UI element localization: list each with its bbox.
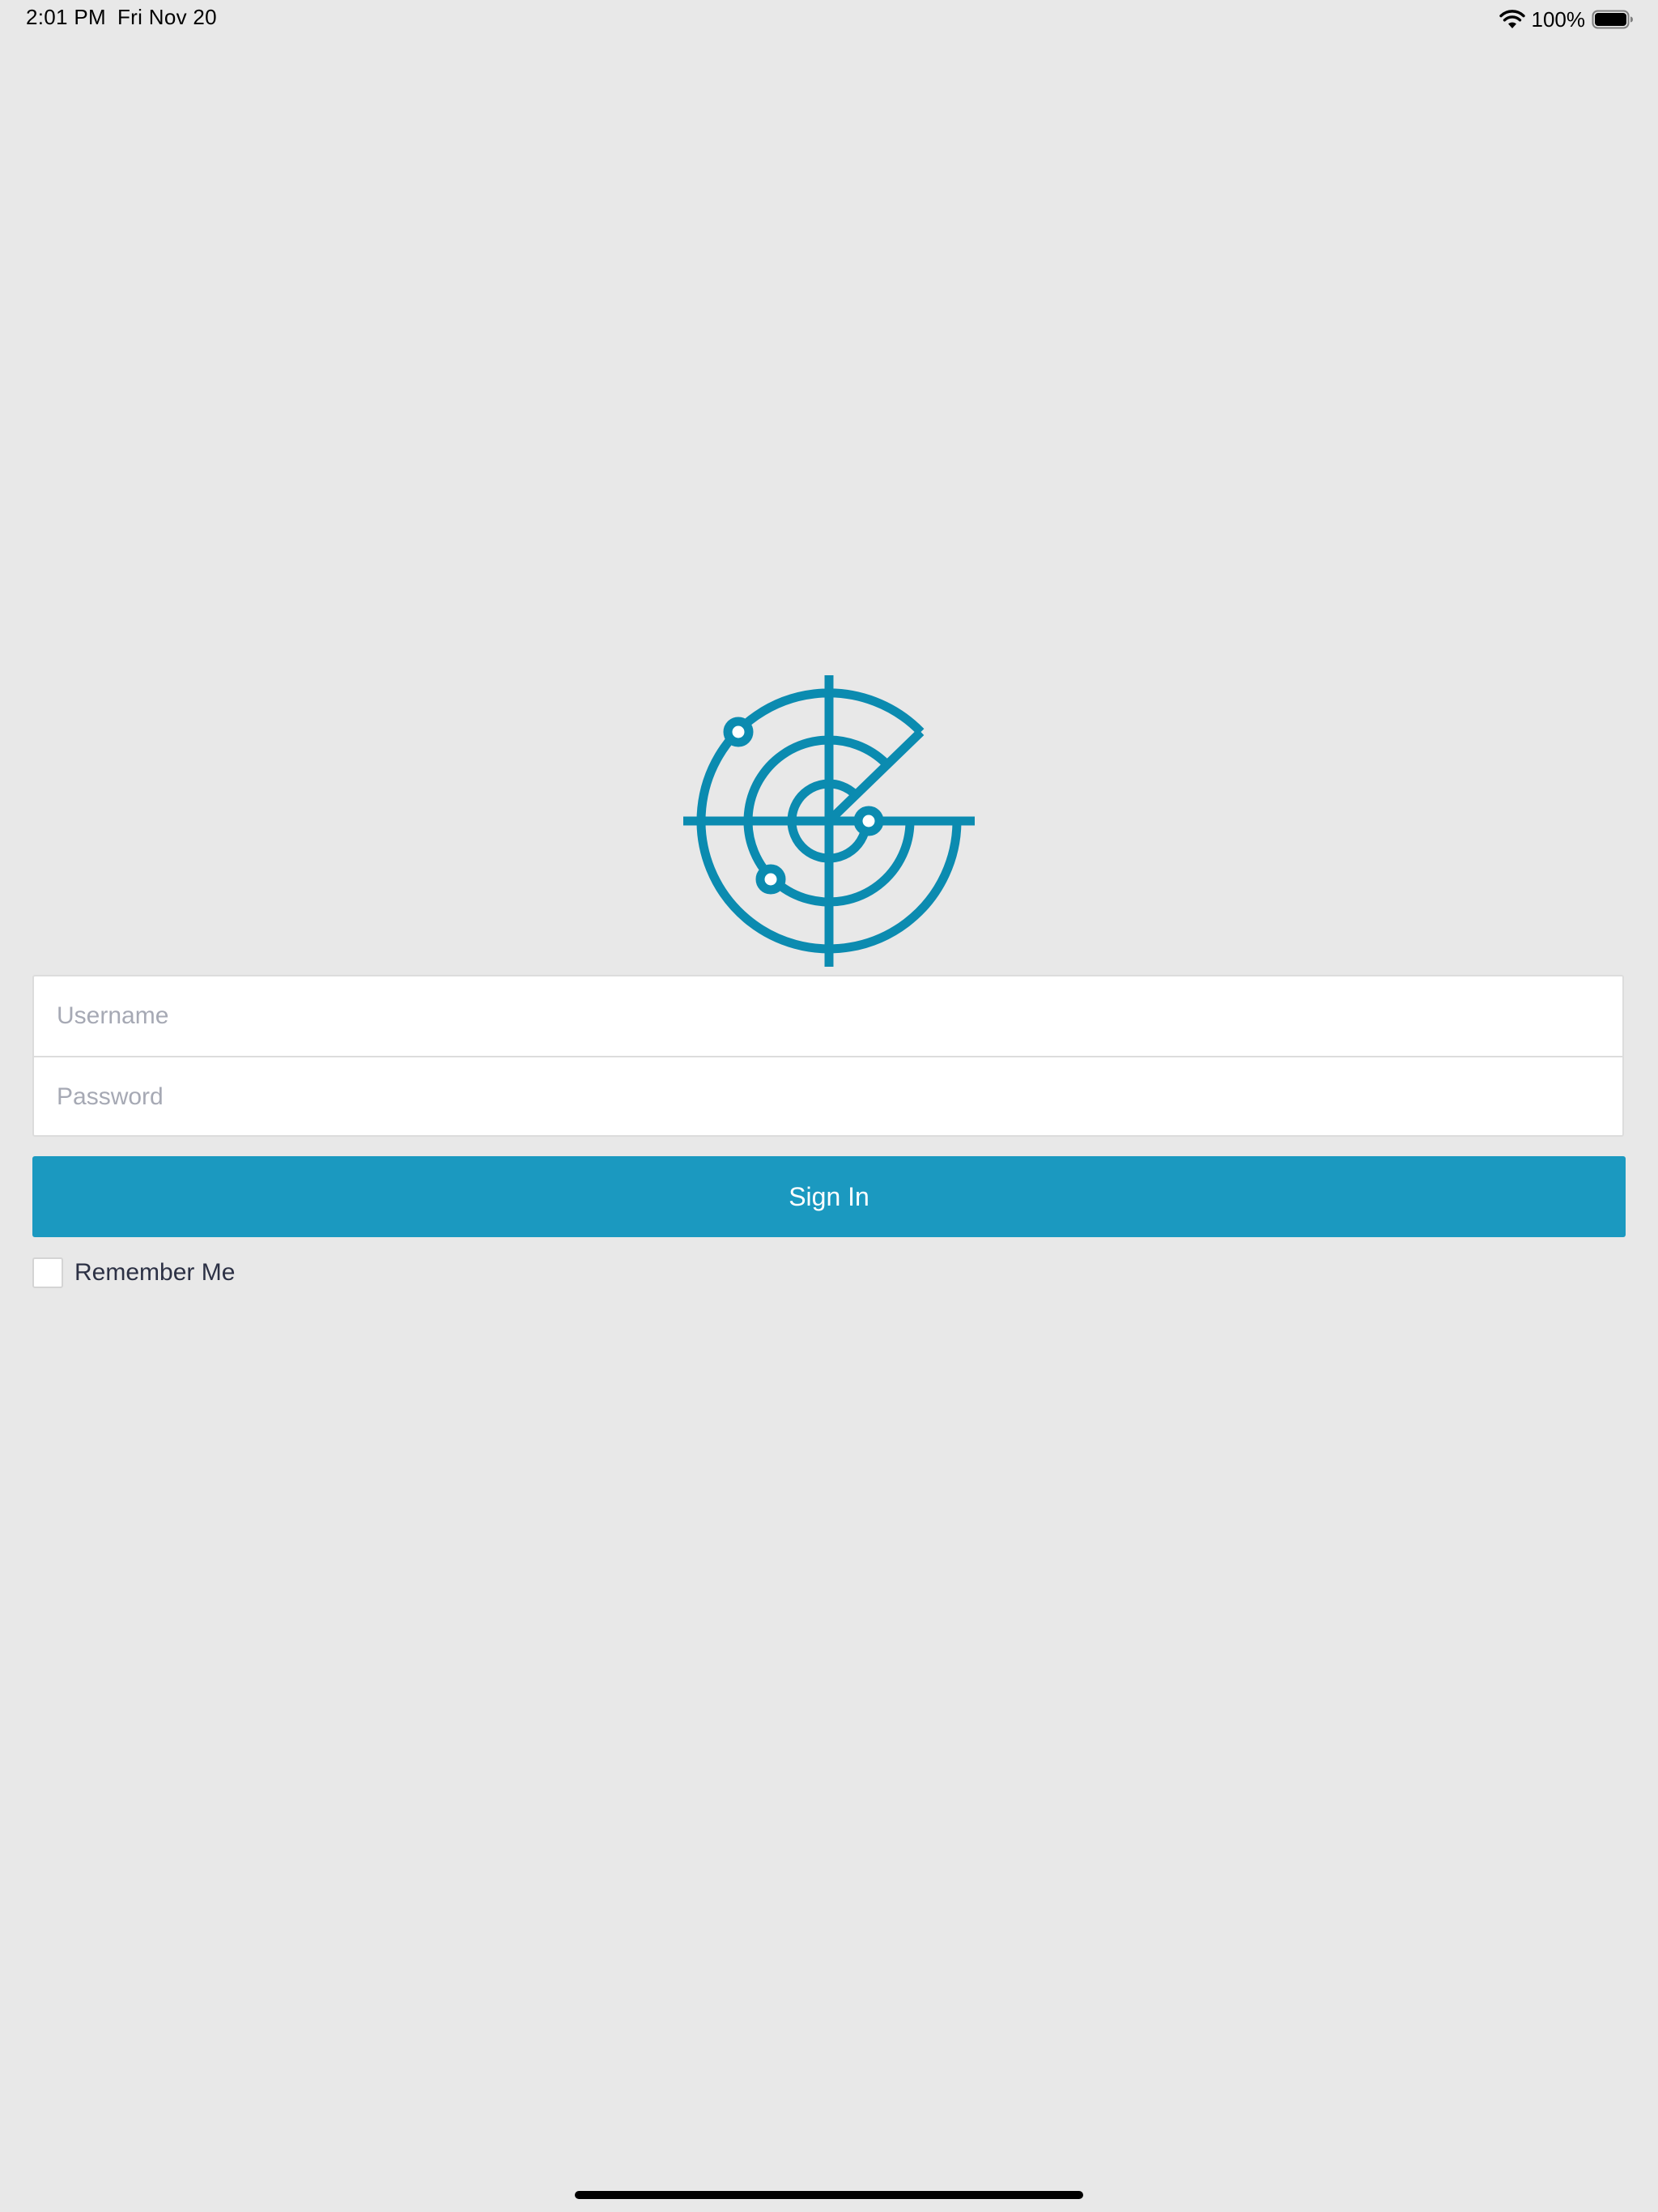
- password-input[interactable]: [34, 1057, 1622, 1137]
- home-indicator: [575, 2191, 1083, 2199]
- status-bar: 2:01 PM Fri Nov 20 100%: [0, 0, 1658, 39]
- remember-me-row: Remember Me: [32, 1257, 235, 1289]
- remember-me-checkbox[interactable]: [32, 1257, 63, 1288]
- status-time: 2:01 PM: [26, 5, 106, 29]
- sign-in-button[interactable]: Sign In: [32, 1156, 1626, 1237]
- radar-icon: [683, 675, 975, 967]
- status-indicators: 100%: [1499, 5, 1635, 34]
- battery-icon: [1592, 10, 1633, 29]
- remember-me-label[interactable]: Remember Me: [74, 1259, 235, 1287]
- password-field-row: [34, 1056, 1622, 1137]
- battery-percentage: 100%: [1531, 6, 1586, 32]
- login-form: [32, 975, 1624, 1137]
- username-field-row: [34, 976, 1622, 1056]
- status-date: Fri Nov 20: [117, 5, 217, 29]
- username-input[interactable]: [34, 976, 1622, 1056]
- wifi-icon: [1499, 10, 1525, 28]
